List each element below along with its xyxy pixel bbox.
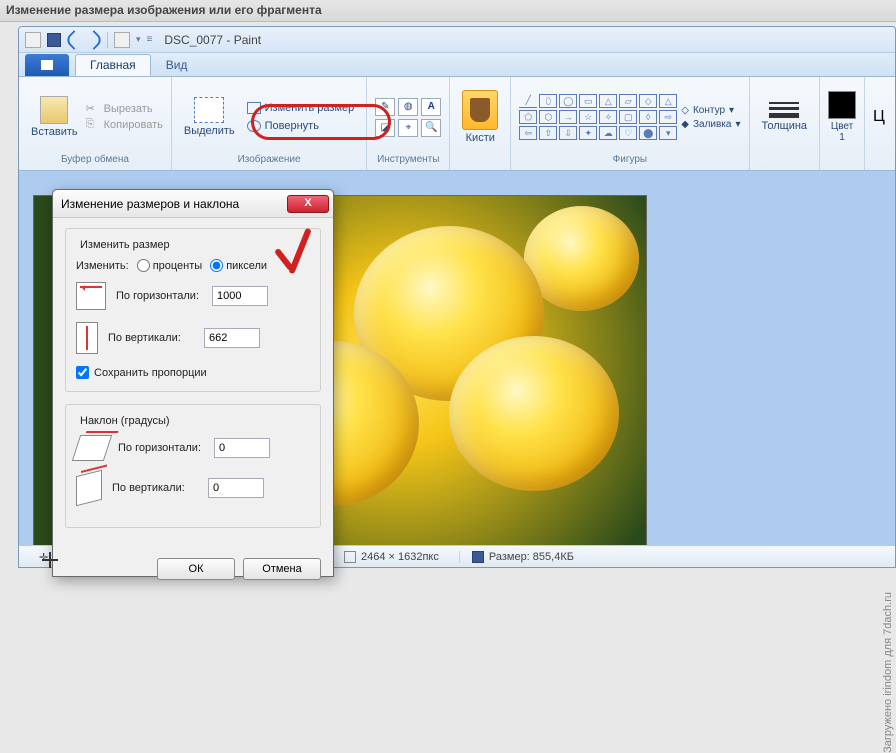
skew-vertical-icon	[76, 470, 102, 506]
group-image: Выделить Изменить размер Повернуть Изобр…	[172, 77, 367, 170]
resize-button[interactable]: Изменить размер	[243, 100, 359, 116]
horizontal-input[interactable]	[212, 286, 268, 306]
select-label: Выделить	[184, 125, 235, 137]
paste-button[interactable]: Вставить	[27, 94, 82, 140]
brushes-button[interactable]: Кисти	[458, 88, 502, 146]
group-label: Инструменты	[377, 154, 439, 168]
keep-ratio-checkbox[interactable]	[76, 366, 89, 379]
filesize-value: Размер: 855,4КБ	[489, 551, 574, 563]
copy-icon: ⎘	[86, 118, 100, 132]
group-clipboard: Вставить ✂Вырезать ⎘Копировать Буфер обм…	[19, 77, 172, 170]
skew-section-label: Наклон (градусы)	[76, 415, 174, 427]
group-label: Фигуры	[613, 154, 647, 168]
skew-horizontal-icon	[72, 435, 112, 461]
picker-tool-icon[interactable]: ⌖	[398, 119, 418, 137]
outline-button[interactable]: ◇Контур▾	[681, 105, 740, 116]
keep-ratio-label: Сохранить пропорции	[94, 367, 207, 379]
crosshair-cursor-icon	[42, 552, 58, 568]
document-icon[interactable]	[114, 32, 130, 48]
cancel-button[interactable]: Отмена	[243, 558, 321, 580]
redo-icon[interactable]	[84, 30, 104, 50]
select-icon	[194, 97, 224, 123]
shapes-gallery[interactable]: ╱ ⬯◯▭ △▱◇△ ⬠⬡→☆ ✧▢◊⇨ ⇦⇧⇩✦ ☁♡⬤▾	[519, 94, 677, 140]
resize-label: Изменить размер	[265, 102, 355, 114]
text-tool-icon[interactable]: A	[421, 98, 441, 116]
dialog-title: Изменение размеров и наклона	[61, 197, 239, 211]
vertical-input[interactable]	[204, 328, 260, 348]
vertical-icon	[76, 322, 98, 354]
resize-section-label: Изменить размер	[76, 239, 174, 251]
ribbon-tabs: Главная Вид	[19, 53, 895, 77]
outline-icon: ◇	[681, 105, 689, 116]
thickness-icon	[769, 102, 799, 118]
window-title: DSC_0077 - Paint	[164, 33, 261, 47]
brush-icon	[470, 98, 490, 122]
fill-tool-icon[interactable]: ◍	[398, 98, 418, 116]
horizontal-icon	[76, 282, 106, 310]
vertical-label: По вертикали:	[108, 332, 194, 344]
group-thickness: Толщина	[750, 77, 821, 170]
rotate-label: Повернуть	[265, 120, 319, 132]
file-icon[interactable]	[25, 32, 41, 48]
qat-overflow[interactable]: ≡	[147, 34, 153, 45]
group-label: Буфер обмена	[61, 154, 129, 168]
filesize-icon	[472, 551, 484, 563]
resize-icon	[247, 102, 261, 114]
colors-more-label: Ц	[873, 108, 885, 126]
cut-icon: ✂	[86, 102, 100, 116]
group-shapes: ╱ ⬯◯▭ △▱◇△ ⬠⬡→☆ ✧▢◊⇨ ⇦⇧⇩✦ ☁♡⬤▾ ◇Контур▾ …	[511, 77, 749, 170]
copy-button: ⎘Копировать	[86, 118, 163, 132]
group-color1: Цвет 1	[820, 77, 865, 170]
resize-skew-dialog: Изменение размеров и наклона X Изменить …	[52, 189, 334, 577]
app-menu-button[interactable]	[25, 54, 69, 76]
undo-icon[interactable]	[64, 30, 84, 50]
select-button[interactable]: Выделить	[180, 95, 239, 139]
color1-swatch[interactable]	[828, 91, 856, 119]
image-content	[449, 336, 619, 491]
group-brushes: Кисти	[450, 77, 511, 170]
cut-button: ✂Вырезать	[86, 102, 163, 116]
horizontal-label: По горизонтали:	[116, 290, 202, 302]
ok-button[interactable]: ОК	[157, 558, 235, 580]
skew-horizontal-input[interactable]	[214, 438, 270, 458]
skew-horizontal-label: По горизонтали:	[118, 442, 204, 454]
dimensions-icon	[344, 551, 356, 563]
brushes-label: Кисти	[466, 132, 495, 144]
separator	[107, 32, 108, 48]
eraser-tool-icon[interactable]: ◪	[375, 119, 395, 137]
skew-vertical-input[interactable]	[208, 478, 264, 498]
skew-fieldset: Наклон (градусы) По горизонтали: По верт…	[65, 404, 321, 528]
save-icon[interactable]	[47, 33, 61, 47]
paste-label: Вставить	[31, 126, 78, 138]
rotate-button[interactable]: Повернуть	[243, 118, 359, 134]
tab-home[interactable]: Главная	[75, 54, 151, 76]
thickness-label: Толщина	[762, 120, 808, 132]
quick-access-toolbar: ▾ ≡ DSC_0077 - Paint	[19, 27, 895, 53]
resize-by-label: Изменить:	[76, 260, 129, 272]
radio-percent[interactable]: проценты	[137, 259, 203, 272]
tab-view[interactable]: Вид	[151, 54, 203, 76]
dialog-titlebar[interactable]: Изменение размеров и наклона X	[53, 190, 333, 218]
skew-vertical-label: По вертикали:	[112, 482, 198, 494]
page-heading: Изменение размера изображения или его фр…	[0, 0, 896, 22]
radio-pixels[interactable]: пиксели	[210, 259, 267, 272]
pencil-tool-icon[interactable]: ✎	[375, 98, 395, 116]
color1-label: Цвет 1	[831, 121, 853, 143]
group-colors-more: Ц	[865, 77, 893, 170]
ribbon: Вставить ✂Вырезать ⎘Копировать Буфер обм…	[19, 77, 895, 171]
fill-icon: ◆	[681, 119, 689, 130]
paste-icon	[40, 96, 68, 124]
fill-button[interactable]: ◆Заливка▾	[681, 119, 740, 130]
group-tools: ✎ ◍ A ◪ ⌖ 🔍 Инструменты	[367, 77, 450, 170]
dropdown-icon[interactable]: ▾	[136, 34, 141, 45]
close-button[interactable]: X	[287, 195, 329, 213]
zoom-tool-icon[interactable]: 🔍	[421, 119, 441, 137]
group-label: Изображение	[238, 154, 301, 168]
rotate-icon	[247, 120, 261, 132]
thickness-button[interactable]: Толщина	[758, 100, 812, 134]
resize-fieldset: Изменить размер Изменить: проценты пиксе…	[65, 228, 321, 392]
watermark: Загружено irindom для 7dach.ru	[882, 592, 894, 753]
dimensions-value: 2464 × 1632пкс	[361, 551, 439, 563]
